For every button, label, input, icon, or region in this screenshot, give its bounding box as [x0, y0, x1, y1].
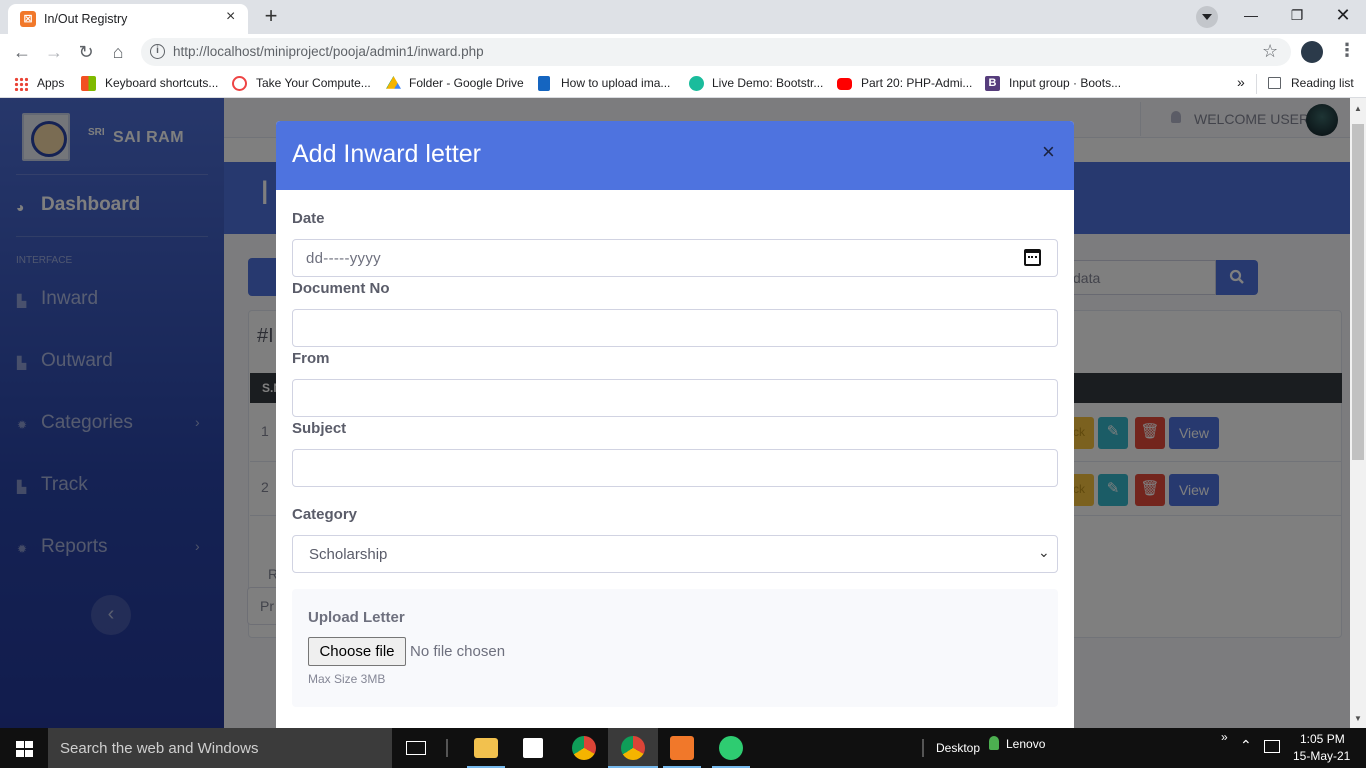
- page-scrollbar[interactable]: ▲ ▼: [1350, 98, 1366, 728]
- minimize-button[interactable]: —: [1236, 4, 1266, 26]
- category-select[interactable]: Scholarship ⌄: [292, 535, 1058, 573]
- apps-grid-icon[interactable]: [14, 77, 28, 91]
- bookmark-apps[interactable]: Apps: [37, 76, 64, 90]
- restore-button[interactable]: ❐: [1282, 4, 1312, 26]
- browser-tab[interactable]: ⊠ In/Out Registry ×: [8, 4, 248, 34]
- windows-taskbar: Search the web and Windows Desktop Lenov…: [0, 728, 1366, 768]
- bookmark-keyboard-shortcuts[interactable]: Keyboard shortcuts...: [105, 76, 218, 90]
- profile-avatar[interactable]: [1301, 41, 1323, 63]
- from-label: From: [292, 350, 330, 367]
- tab-close-icon[interactable]: ×: [226, 8, 235, 26]
- date-input[interactable]: dd-----yyyy: [292, 239, 1058, 277]
- browser-toolbar: ← → ↻ ⌂ i http://localhost/miniproject/p…: [0, 34, 1366, 70]
- xampp-favicon-icon: ⊠: [20, 11, 36, 27]
- home-button[interactable]: ⌂: [106, 41, 130, 65]
- file-status-text: No file chosen: [410, 643, 506, 660]
- taskbar-separator: [922, 739, 924, 757]
- address-bar[interactable]: i http://localhost/miniproject/pooja/adm…: [141, 38, 1291, 66]
- subject-input[interactable]: [292, 449, 1058, 487]
- chevron-down-icon: ⌄: [1038, 544, 1050, 560]
- clock-date[interactable]: 15-May-21: [1293, 749, 1350, 763]
- bookmark-take-your-computer[interactable]: Take Your Compute...: [256, 76, 371, 90]
- bookmark-google-drive-folder[interactable]: Folder - Google Drive: [409, 76, 524, 90]
- bookmark-php-admin[interactable]: Part 20: PHP-Admi...: [861, 76, 972, 90]
- show-hidden-icons[interactable]: ⌃: [1240, 737, 1252, 754]
- chrome-icon[interactable]: [621, 736, 645, 760]
- youtube-icon: [837, 78, 852, 90]
- microsoft-icon: [81, 76, 96, 91]
- scrollbar-thumb[interactable]: [1352, 124, 1364, 460]
- reading-list-button[interactable]: Reading list: [1291, 76, 1354, 90]
- task-view-icon[interactable]: [406, 741, 426, 755]
- taskbar-separator: [446, 739, 448, 757]
- tab-search-button[interactable]: [1196, 6, 1218, 28]
- tab-title: In/Out Registry: [44, 12, 128, 26]
- new-tab-button[interactable]: +: [258, 5, 284, 29]
- taskbar-search-box[interactable]: Search the web and Windows: [48, 728, 392, 768]
- bookmark-live-demo-bootstrap[interactable]: Live Demo: Bootstr...: [712, 76, 823, 90]
- calendar-icon[interactable]: [1024, 249, 1041, 266]
- taskbar-search-text: Search the web and Windows: [60, 740, 259, 757]
- bookmarks-bar: Apps Keyboard shortcuts... Take Your Com…: [0, 70, 1366, 98]
- modal-title: Add Inward letter: [292, 140, 481, 168]
- user-icon: [989, 736, 999, 750]
- close-window-button[interactable]: ✕: [1328, 4, 1358, 26]
- subject-label: Subject: [292, 420, 347, 437]
- choose-file-button[interactable]: Choose file: [308, 637, 406, 666]
- document-no-input[interactable]: [292, 309, 1058, 347]
- category-label: Category: [292, 506, 358, 523]
- windows-start-icon[interactable]: [16, 741, 33, 757]
- bookmarks-divider: [1256, 74, 1257, 94]
- reading-list-icon: [1268, 77, 1281, 89]
- site-icon: [232, 76, 247, 91]
- store-icon[interactable]: [523, 738, 543, 758]
- more-bookmarks-icon[interactable]: »: [1237, 74, 1245, 90]
- xampp-icon[interactable]: [670, 736, 694, 760]
- file-explorer-icon[interactable]: [474, 738, 498, 758]
- bookmark-how-to-upload[interactable]: How to upload ima...: [561, 76, 670, 90]
- date-placeholder: dd-----yyyy: [306, 250, 381, 267]
- category-selected-value: Scholarship: [309, 546, 388, 563]
- upload-letter-label: Upload Letter: [308, 609, 405, 626]
- browser-menu-icon[interactable]: ⋮: [1338, 40, 1356, 61]
- bookmark-input-group-bootstrap[interactable]: Input group · Boots...: [1009, 76, 1121, 90]
- max-size-hint: Max Size 3MB: [308, 672, 386, 686]
- google-drive-icon: [386, 76, 401, 89]
- bootstrap-icon: B: [985, 76, 1000, 91]
- bookmark-star-icon[interactable]: ☆: [1262, 41, 1278, 62]
- chrome-icon[interactable]: [572, 736, 596, 760]
- scroll-down-arrow-icon[interactable]: ▼: [1354, 714, 1362, 723]
- modal-close-button[interactable]: ×: [1042, 139, 1055, 165]
- site-icon: [538, 76, 550, 91]
- scroll-up-arrow-icon[interactable]: ▲: [1354, 104, 1362, 113]
- add-inward-modal: Add Inward letter × Date dd-----yyyy Doc…: [276, 121, 1074, 728]
- modal-header: Add Inward letter ×: [276, 121, 1074, 190]
- upload-section: Upload Letter Choose file No file chosen…: [292, 589, 1058, 707]
- reload-button[interactable]: ↻: [74, 41, 98, 65]
- document-no-label: Document No: [292, 280, 390, 297]
- notifications-icon[interactable]: [1264, 740, 1280, 753]
- tray-overflow-icon[interactable]: »: [1221, 730, 1228, 744]
- date-label: Date: [292, 210, 325, 227]
- back-button[interactable]: ←: [10, 41, 34, 65]
- browser-tab-strip: ⊠ In/Out Registry × + — ❐ ✕: [0, 0, 1366, 34]
- user-toolbar[interactable]: Lenovo: [1006, 737, 1045, 751]
- desktop-toolbar[interactable]: Desktop: [936, 741, 980, 755]
- atom-icon[interactable]: [719, 736, 743, 760]
- clock-time[interactable]: 1:05 PM: [1300, 732, 1345, 746]
- url-text[interactable]: http://localhost/miniproject/pooja/admin…: [173, 44, 484, 59]
- forward-button[interactable]: →: [42, 41, 66, 65]
- site-info-icon[interactable]: i: [150, 44, 165, 59]
- from-input[interactable]: [292, 379, 1058, 417]
- site-icon: [689, 76, 704, 91]
